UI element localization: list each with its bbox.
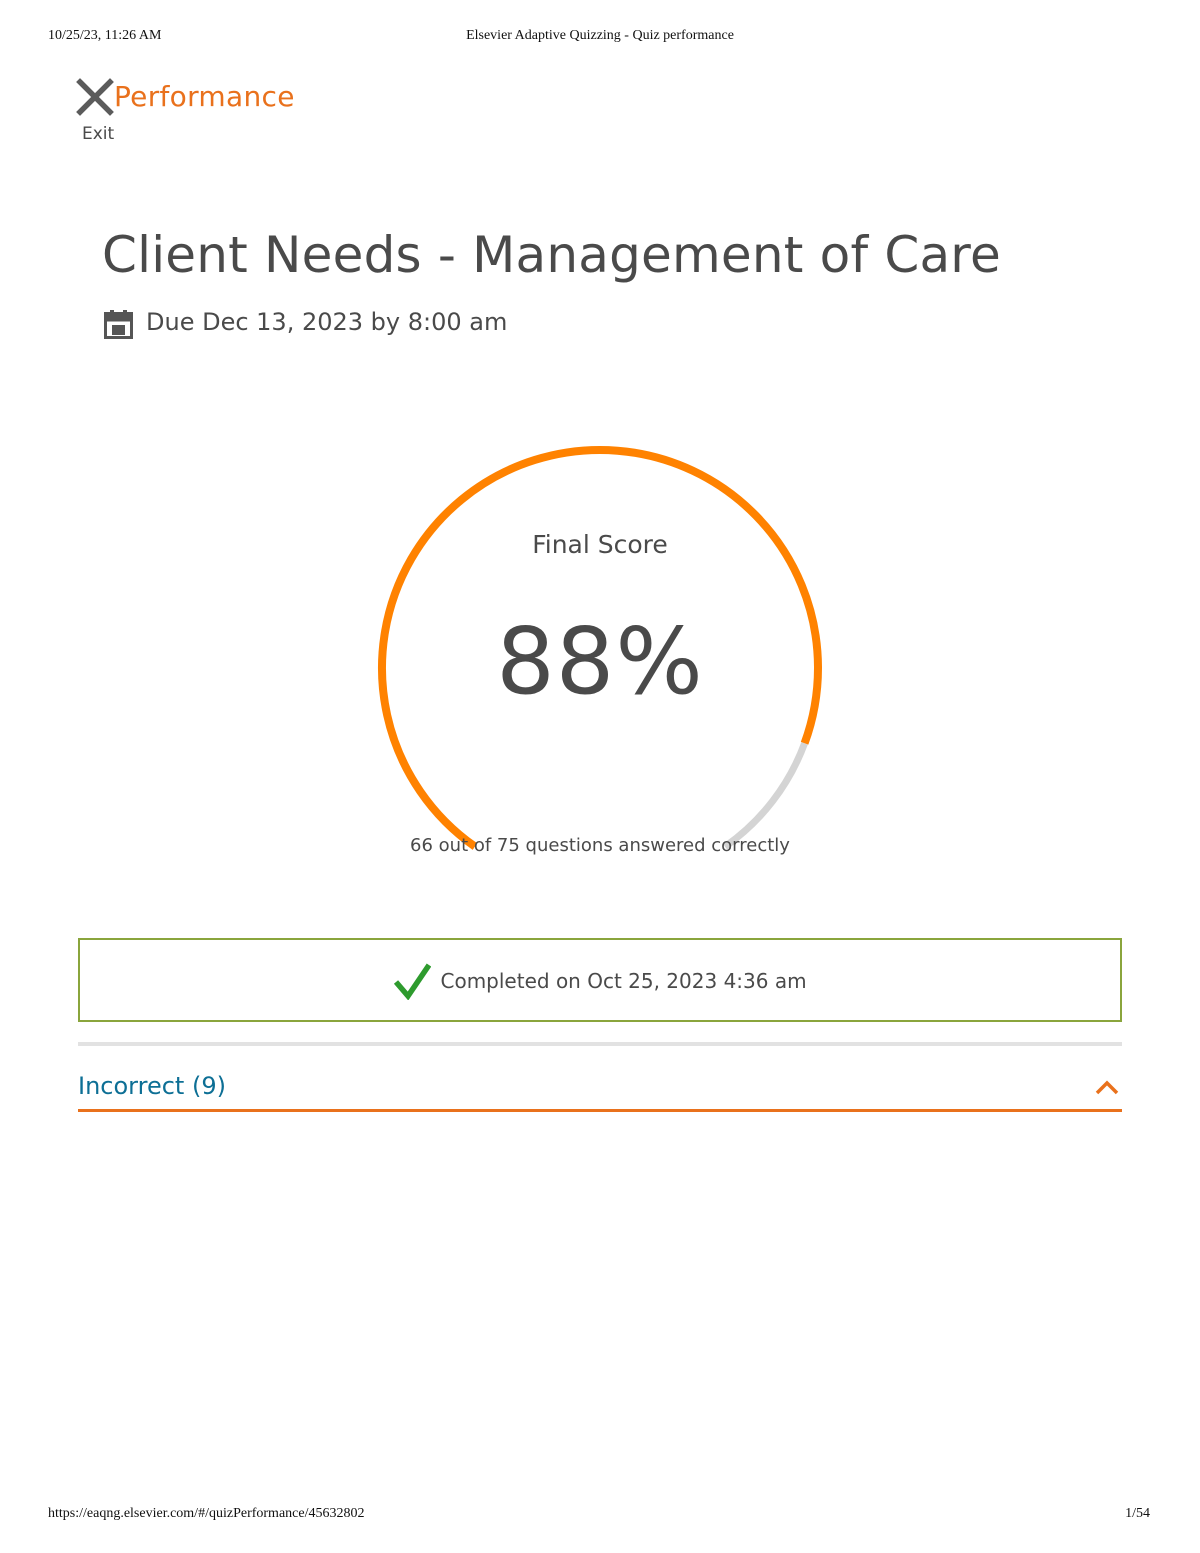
score-caption: 66 out of 75 questions answered correctl…: [410, 835, 790, 856]
print-footer: https://eaqng.elsevier.com/#/quizPerform…: [48, 1506, 1150, 1526]
page-title: Performance: [114, 80, 295, 113]
print-url: https://eaqng.elsevier.com/#/quizPerform…: [48, 1506, 365, 1521]
section-divider: [78, 1042, 1122, 1046]
final-score-value: 88%: [496, 608, 704, 715]
completion-status-box: Completed on Oct 25, 2023 4:36 am: [78, 938, 1122, 1022]
close-icon[interactable]: [76, 78, 114, 116]
incorrect-section-toggle[interactable]: Incorrect (9): [78, 1066, 1122, 1112]
due-date-text: Due Dec 13, 2023 by 8:00 am: [146, 308, 508, 336]
completion-text: Completed on Oct 25, 2023 4:36 am: [440, 969, 807, 993]
incorrect-section-label[interactable]: Incorrect (9): [78, 1072, 226, 1100]
calendar-icon: [104, 310, 133, 339]
quiz-title: Client Needs - Management of Care: [102, 226, 1001, 284]
print-page-number: 1/54: [1125, 1506, 1150, 1521]
checkmark-icon: [394, 963, 432, 1000]
chevron-up-icon[interactable]: [1094, 1076, 1120, 1098]
score-gauge: Final Score 88% 66 out of 75 questions a…: [360, 430, 840, 870]
print-page-title: Elsevier Adaptive Quizzing - Quiz perfor…: [466, 28, 734, 43]
exit-button[interactable]: Performance Exit: [76, 78, 316, 150]
gauge-track: [723, 742, 808, 850]
final-score-label: Final Score: [532, 530, 668, 559]
exit-label[interactable]: Exit: [82, 124, 114, 144]
print-header: 10/25/23, 11:26 AM Elsevier Adaptive Qui…: [48, 28, 1152, 48]
section-underline: [78, 1109, 1122, 1112]
